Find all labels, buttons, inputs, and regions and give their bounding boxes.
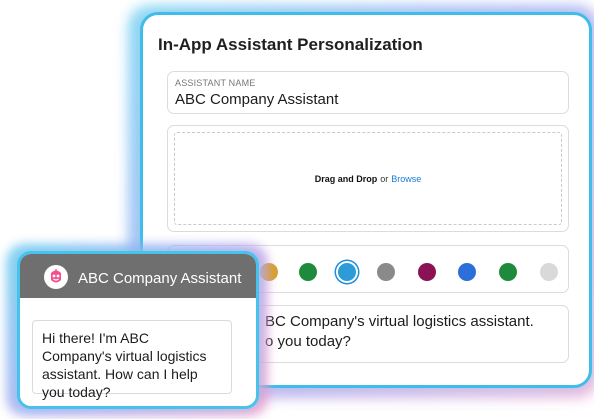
- color-swatch-magenta[interactable]: [418, 263, 436, 281]
- avatar-dropzone[interactable]: Drag and Drop or Browse: [174, 132, 562, 225]
- chat-preview-widget: ABC Company Assistant Hi there! I'm ABC …: [17, 251, 259, 409]
- color-swatch-teal-blue[interactable]: [338, 263, 356, 281]
- assistant-name-value[interactable]: ABC Company Assistant: [175, 91, 338, 108]
- dropzone-label: Drag and Drop: [314, 173, 378, 184]
- chat-header: ABC Company Assistant: [20, 254, 256, 298]
- color-swatch-light-gray[interactable]: [540, 263, 558, 281]
- chat-title: ABC Company Assistant: [78, 270, 242, 287]
- color-swatch-green[interactable]: [299, 263, 317, 281]
- assistant-name-field[interactable]: ASSISTANT NAME ABC Company Assistant: [167, 71, 569, 114]
- color-swatch-green-2[interactable]: [499, 263, 517, 281]
- assistant-name-label: ASSISTANT NAME: [175, 78, 256, 88]
- color-swatch-blue[interactable]: [458, 263, 476, 281]
- avatar-upload-field: Drag and Drop or Browse: [167, 125, 569, 232]
- color-swatch-gray[interactable]: [377, 263, 395, 281]
- chat-body: Hi there! I'm ABC Company's virtual logi…: [20, 298, 256, 406]
- dropzone-or: or: [380, 173, 389, 184]
- assistant-message-bubble: Hi there! I'm ABC Company's virtual logi…: [32, 320, 232, 400]
- browse-link[interactable]: Browse: [391, 174, 421, 184]
- robot-face-icon: [44, 265, 68, 289]
- panel-title: In-App Assistant Personalization: [158, 35, 423, 54]
